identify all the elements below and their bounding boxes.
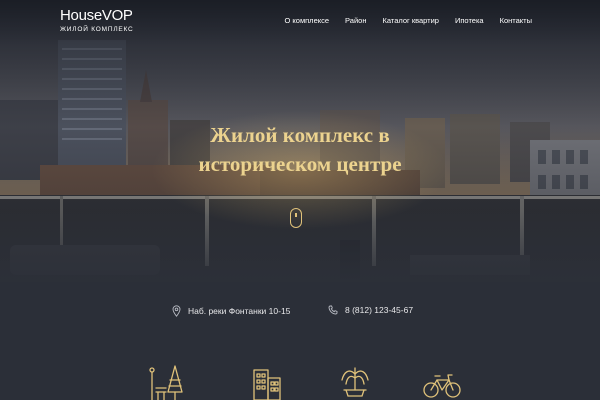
- nav-item-mortgage[interactable]: Ипотека: [455, 16, 484, 25]
- phone-icon: [328, 305, 338, 315]
- address-contact: Наб. реки Фонтанки 10-15: [172, 305, 290, 317]
- fountain-icon: [341, 367, 369, 397]
- scroll-down-mouse-icon[interactable]: [290, 208, 302, 228]
- park-icon: [149, 365, 183, 400]
- contacts-bar: Наб. реки Фонтанки 10-15 8 (812) 123-45-…: [0, 300, 600, 324]
- logo-tagline: ЖИЛОЙ КОМПЛЕКС: [60, 26, 134, 33]
- phone-contact[interactable]: 8 (812) 123-45-67: [328, 305, 413, 315]
- bicycle-icon: [423, 374, 461, 398]
- logo[interactable]: HouseVOP: [60, 7, 133, 24]
- hero-title-line-1: Жилой комплекс в: [210, 123, 390, 147]
- features-row: [0, 364, 600, 400]
- nav-item-district[interactable]: Район: [345, 16, 366, 25]
- address-text: Наб. реки Фонтанки 10-15: [188, 306, 291, 316]
- phone-text[interactable]: 8 (812) 123-45-67: [345, 305, 413, 315]
- hero-title-line-2: историческом центре: [198, 152, 402, 176]
- nav-item-about[interactable]: О комплексе: [285, 16, 330, 25]
- map-pin-icon: [172, 305, 181, 317]
- nav-item-catalog[interactable]: Каталог квартир: [382, 16, 439, 25]
- nav-item-contacts[interactable]: Контакты: [500, 16, 532, 25]
- hero-title: Жилой комплекс в историческом центре: [0, 121, 600, 179]
- main-nav: О комплексе Район Каталог квартир Ипотек…: [285, 16, 532, 25]
- buildings-icon: [253, 369, 281, 400]
- site-header: HouseVOP ЖИЛОЙ КОМПЛЕКС О комплексе Райо…: [0, 0, 600, 44]
